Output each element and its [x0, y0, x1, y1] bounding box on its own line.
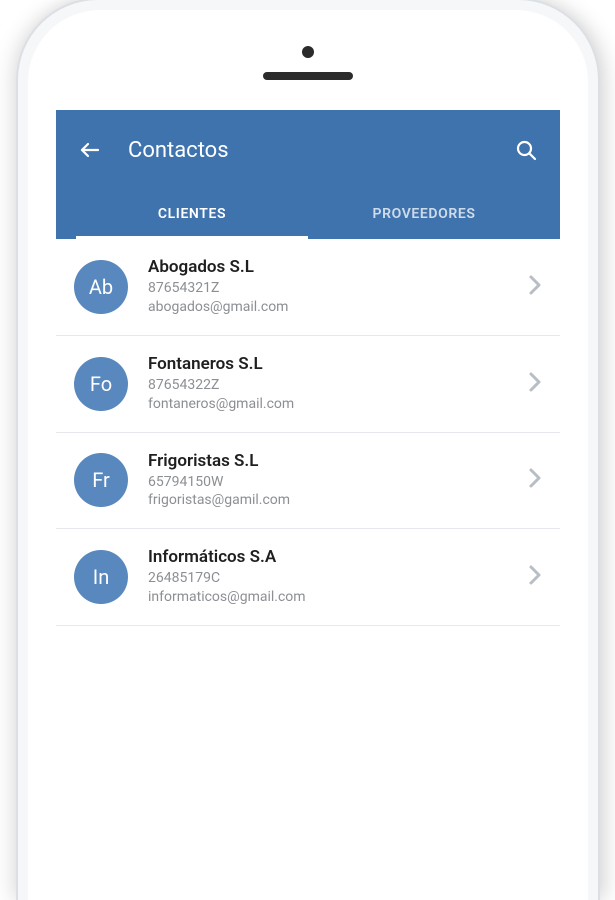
app-screen: Contactos CLIENTES PROVEEDORES Ab Abogad… — [56, 110, 560, 900]
list-item[interactable]: Fr Frigoristas S.L 65794150W frigoristas… — [56, 433, 560, 530]
contact-name: Frigoristas S.L — [148, 451, 518, 471]
contact-email: abogados@gmail.com — [148, 298, 518, 317]
tab-proveedores[interactable]: PROVEEDORES — [308, 192, 540, 239]
list-item[interactable]: In Informáticos S.A 26485179C informatic… — [56, 529, 560, 626]
arrow-left-icon — [78, 138, 102, 162]
search-button[interactable] — [512, 136, 540, 164]
phone-inner: Contactos CLIENTES PROVEEDORES Ab Abogad… — [28, 10, 588, 900]
contact-email: informaticos@gmail.com — [148, 588, 518, 607]
phone-camera — [302, 46, 314, 58]
contact-list[interactable]: Ab Abogados S.L 87654321Z abogados@gmail… — [56, 239, 560, 900]
back-button[interactable] — [76, 136, 104, 164]
page-title: Contactos — [128, 138, 488, 163]
tabs: CLIENTES PROVEEDORES — [76, 192, 540, 239]
avatar: In — [74, 550, 128, 604]
contact-email: frigoristas@gamil.com — [148, 491, 518, 510]
contact-info: Frigoristas S.L 65794150W frigoristas@ga… — [148, 451, 518, 511]
contact-code: 26485179C — [148, 569, 518, 588]
contact-name: Fontaneros S.L — [148, 354, 518, 374]
chevron-right-icon — [528, 564, 542, 590]
chevron-right-icon — [528, 274, 542, 300]
avatar: Fo — [74, 357, 128, 411]
contact-info: Informáticos S.A 26485179C informaticos@… — [148, 547, 518, 607]
contact-code: 65794150W — [148, 473, 518, 492]
contact-name: Abogados S.L — [148, 257, 518, 277]
tab-clientes[interactable]: CLIENTES — [76, 192, 308, 239]
contact-code: 87654322Z — [148, 376, 518, 395]
contact-name: Informáticos S.A — [148, 547, 518, 567]
list-item[interactable]: Fo Fontaneros S.L 87654322Z fontaneros@g… — [56, 336, 560, 433]
contact-code: 87654321Z — [148, 279, 518, 298]
contact-email: fontaneros@gmail.com — [148, 395, 518, 414]
contact-info: Fontaneros S.L 87654322Z fontaneros@gmai… — [148, 354, 518, 414]
phone-body: Contactos CLIENTES PROVEEDORES Ab Abogad… — [18, 0, 598, 900]
search-icon — [514, 138, 538, 162]
avatar: Fr — [74, 453, 128, 507]
app-header: Contactos CLIENTES PROVEEDORES — [56, 110, 560, 239]
contact-info: Abogados S.L 87654321Z abogados@gmail.co… — [148, 257, 518, 317]
header-top: Contactos — [76, 128, 540, 172]
chevron-right-icon — [528, 467, 542, 493]
list-item[interactable]: Ab Abogados S.L 87654321Z abogados@gmail… — [56, 239, 560, 336]
phone-speaker — [263, 72, 353, 80]
chevron-right-icon — [528, 371, 542, 397]
avatar: Ab — [74, 260, 128, 314]
